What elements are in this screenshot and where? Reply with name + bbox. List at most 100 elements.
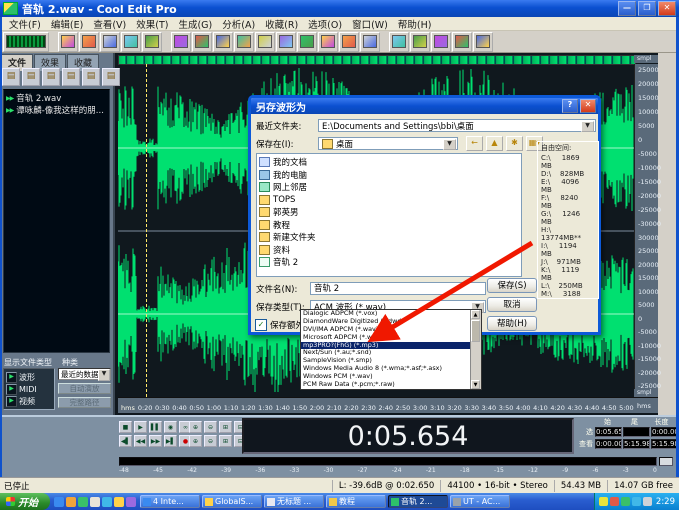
organizer-button[interactable]: ▤	[102, 68, 120, 86]
menu-item[interactable]: 窗口(W)	[347, 17, 393, 31]
format-option[interactable]: Microsoft ADPCM (*.wav)	[301, 334, 481, 342]
transport-button-pause[interactable]: ▌▌	[149, 421, 162, 433]
toolbar-button[interactable]	[473, 32, 493, 52]
chevron-down-icon[interactable]: ▼	[443, 139, 456, 150]
format-option[interactable]: mp3PRO?(FhG) (*.mp3)	[301, 342, 481, 350]
dialog-file-item[interactable]: 网上邻居	[259, 181, 521, 194]
taskbar-task-button[interactable]: 4 Inte...	[140, 495, 200, 508]
toolbar-button[interactable]	[255, 32, 275, 52]
view-end-value[interactable]: 5:15.982	[623, 439, 650, 449]
dialog-file-item[interactable]: 资料	[259, 244, 521, 257]
toolbar-button[interactable]	[276, 32, 296, 52]
dialog-file-list[interactable]: 我的文档 我的电脑 网上邻居 TOPS	[256, 153, 522, 277]
transport-button-stop[interactable]: ■	[119, 421, 132, 433]
view-start-value[interactable]: 0:00.000	[595, 439, 622, 449]
toolbar-button[interactable]	[79, 32, 99, 52]
start-button[interactable]: 开始	[0, 493, 50, 510]
organizer-file-item[interactable]: ▶▶ 谭咏麟-像我这样的朋...	[4, 104, 109, 116]
taskbar-clock[interactable]: 2:29	[654, 497, 675, 507]
toolbar-button[interactable]	[3, 32, 49, 52]
selection-end-value[interactable]	[623, 427, 650, 437]
format-option[interactable]: DiamondWare Digitized (*.dwd)	[301, 318, 481, 326]
toolbar-button[interactable]	[192, 32, 212, 52]
transport-button-play[interactable]: ▶	[134, 421, 147, 433]
menu-item[interactable]: 选项(O)	[303, 17, 347, 31]
dialog-file-item[interactable]: 教程	[259, 219, 521, 232]
organizer-button[interactable]: ▤	[2, 68, 20, 86]
format-option[interactable]: DVI/IMA ADPCM (*.wav)	[301, 326, 481, 334]
level-meter[interactable]	[119, 457, 657, 466]
menu-item[interactable]: 效果(T)	[131, 17, 173, 31]
organizer-button[interactable]: ▤	[82, 68, 100, 86]
quicklaunch[interactable]	[54, 497, 64, 507]
dropdown-scrollbar[interactable]: ▲ ▼	[470, 310, 481, 389]
back-icon[interactable]: ←	[466, 136, 483, 151]
menu-item[interactable]: 分析(A)	[217, 17, 260, 31]
transport-button-go-to-start[interactable]: ◀▌	[119, 435, 132, 447]
filetype-toggle[interactable]: ▶ MIDI	[6, 383, 54, 395]
sort-dropdown[interactable]: 最近的数据 ▼	[58, 368, 111, 380]
toolbar-button[interactable]	[213, 32, 233, 52]
format-option[interactable]: Windows Media Audio 8 (*.wma;*.asf;*.asx…	[301, 365, 481, 373]
format-option[interactable]: SampleVision (*.smp)	[301, 357, 481, 365]
maximize-button[interactable]: ❐	[638, 1, 656, 16]
quicklaunch[interactable]	[78, 497, 88, 507]
help-button[interactable]: 帮助(H)	[487, 316, 537, 331]
selection-start-value[interactable]: 0:05.654	[595, 427, 622, 437]
transport-button-rewind[interactable]: ◀◀	[134, 435, 147, 447]
toolbar-button[interactable]	[431, 32, 451, 52]
taskbar-task-button[interactable]: UT - AC...	[450, 495, 510, 508]
toolbar-button[interactable]	[389, 32, 409, 52]
dialog-file-item[interactable]: 音轨 2	[259, 256, 521, 269]
chevron-down-icon[interactable]: ▼	[98, 369, 110, 381]
amplitude-ruler[interactable]: 2500020000150001000050000-5000-10000-150…	[634, 64, 658, 397]
scroll-down-icon[interactable]: ▼	[471, 380, 480, 389]
transport-button-go-to-end[interactable]: ▶▌	[164, 435, 177, 447]
toolbar-button[interactable]	[360, 32, 380, 52]
filetype-toggle[interactable]: ▶ 视频	[6, 395, 54, 407]
menu-item[interactable]: 收藏(R)	[260, 17, 303, 31]
filename-input[interactable]: 音轨 2	[310, 282, 486, 295]
toolbar-button[interactable]	[410, 32, 430, 52]
menu-item[interactable]: 文件(F)	[4, 17, 46, 31]
format-option[interactable]: Next/Sun (*.au;*.snd)	[301, 349, 481, 357]
chevron-down-icon[interactable]: ▼	[581, 121, 594, 132]
dialog-file-item[interactable]: 郭英男	[259, 206, 521, 219]
toolbar-button[interactable]	[234, 32, 254, 52]
cancel-button[interactable]: 取消	[487, 297, 537, 312]
zoom-button-zoom-sel-left[interactable]: ⊕	[189, 435, 202, 447]
scroll-up-icon[interactable]: ▲	[471, 310, 480, 319]
tray[interactable]	[610, 497, 619, 506]
taskbar-task-button[interactable]: GlobalS...	[202, 495, 262, 508]
recent-folders-dropdown[interactable]: E:\Documents and Settings\bbi\桌面 ▼	[318, 119, 596, 132]
format-option[interactable]: Dialogic ADPCM (*.vox)	[301, 310, 481, 318]
full-paths-button[interactable]: 完整路径	[58, 397, 111, 408]
format-option[interactable]: PCM Raw Data (*.pcm;*.raw)	[301, 381, 481, 389]
filetype-toggle[interactable]: ▶ 波形	[6, 371, 54, 383]
format-dropdown-list[interactable]: Dialogic ADPCM (*.vox)DiamondWare Digiti…	[300, 309, 482, 390]
dialog-close-icon[interactable]: ✕	[580, 99, 596, 113]
format-option[interactable]: Windows PCM (*.wav)	[301, 373, 481, 381]
zoom-button-zoom-out-h[interactable]: ⊖	[204, 421, 217, 433]
dialog-file-item[interactable]: 我的电脑	[259, 169, 521, 182]
menu-item[interactable]: 生成(G)	[173, 17, 217, 31]
new-folder-icon[interactable]: ✱	[506, 136, 523, 151]
toolbar-button[interactable]	[100, 32, 120, 52]
organizer-file-list[interactable]: ▶▶ 音轨 2.wav ▶▶ 谭咏麟-像我这样的朋...	[3, 89, 110, 353]
save-button[interactable]: 保存(S)	[487, 278, 537, 293]
organizer-button[interactable]: ▤	[42, 68, 60, 86]
zoom-button-zoom-sel-right[interactable]: ⊖	[204, 435, 217, 447]
quicklaunch[interactable]	[126, 497, 136, 507]
taskbar-task-button[interactable]: 教程	[326, 495, 386, 508]
toolbar-button[interactable]	[58, 32, 78, 52]
zoom-button-zoom-in-v[interactable]: ⊞	[219, 435, 232, 447]
menu-item[interactable]: 编辑(E)	[46, 17, 88, 31]
dialog-file-item[interactable]: TOPS	[259, 194, 521, 207]
organizer-file-item[interactable]: ▶▶ 音轨 2.wav	[4, 92, 109, 104]
checkbox-icon[interactable]: ✓	[255, 319, 267, 331]
organizer-button[interactable]: ▤	[22, 68, 40, 86]
taskbar-task-button[interactable]: 音轨 2...	[388, 495, 448, 508]
toolbar-button[interactable]	[318, 32, 338, 52]
view-length-value[interactable]: 5:15.982	[651, 439, 678, 449]
tray[interactable]	[643, 497, 652, 506]
